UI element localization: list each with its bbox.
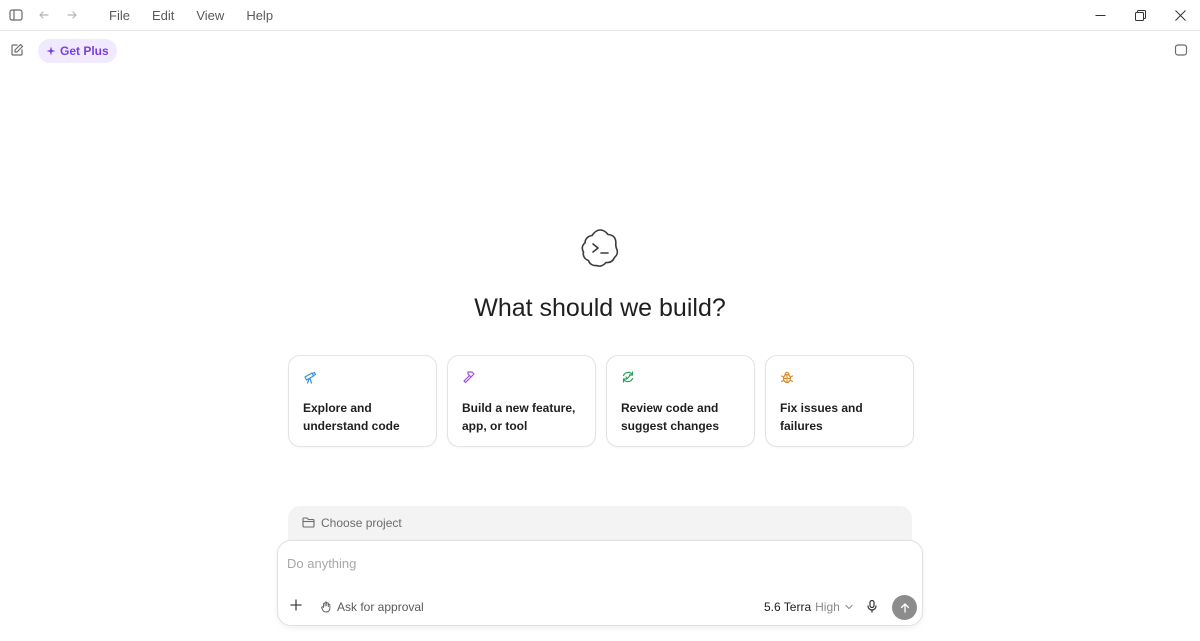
get-plus-label: Get Plus <box>60 44 109 58</box>
choose-project-label: Choose project <box>321 516 402 530</box>
card-label: Fix issues and failures <box>780 401 863 433</box>
card-fix-issues[interactable]: Fix issues and failures <box>765 355 914 447</box>
approval-label: Ask for approval <box>337 600 424 614</box>
menu-view[interactable]: View <box>185 0 235 31</box>
app-logo-icon <box>578 227 622 271</box>
composer: Ask for approval 5.6 Terra High <box>277 540 923 626</box>
get-plus-button[interactable]: Get Plus <box>38 39 117 63</box>
window-controls <box>1080 0 1200 31</box>
plus-icon <box>290 599 302 611</box>
send-button[interactable] <box>892 595 917 620</box>
menu-help[interactable]: Help <box>235 0 284 31</box>
card-label: Build a new feature, app, or tool <box>462 401 576 433</box>
sparkle-icon <box>46 46 56 56</box>
hand-icon <box>320 601 332 613</box>
model-name: 5.6 Terra <box>764 600 812 614</box>
panel-toggle-icon[interactable] <box>1174 43 1188 57</box>
microphone-icon[interactable] <box>865 599 879 613</box>
approval-mode-button[interactable]: Ask for approval <box>320 600 424 614</box>
hero-title: What should we build? <box>474 294 726 322</box>
close-icon[interactable] <box>1160 0 1200 31</box>
folder-icon <box>302 516 315 529</box>
new-chat-icon[interactable] <box>10 43 24 57</box>
menu-file[interactable]: File <box>98 0 141 31</box>
chevron-down-icon <box>844 602 854 612</box>
suggestion-cards: Explore and understand code Build a new … <box>288 355 914 447</box>
card-label: Explore and understand code <box>303 401 400 433</box>
sidebar-toggle-icon[interactable] <box>2 0 30 31</box>
arrow-up-icon <box>899 602 911 614</box>
prompt-input[interactable] <box>287 553 887 573</box>
minimize-icon[interactable] <box>1080 0 1120 31</box>
menu-edit[interactable]: Edit <box>141 0 185 31</box>
restore-icon[interactable] <box>1120 0 1160 31</box>
back-arrow-icon[interactable] <box>30 0 58 31</box>
add-attachment-button[interactable] <box>290 599 302 611</box>
card-label: Review code and suggest changes <box>621 401 720 433</box>
telescope-icon <box>303 370 317 384</box>
title-bar: File Edit View Help <box>0 0 1200 31</box>
top-bar: Get Plus <box>0 37 1200 65</box>
card-build-feature[interactable]: Build a new feature, app, or tool <box>447 355 596 447</box>
model-selector[interactable]: 5.6 Terra High <box>764 600 854 614</box>
menu-bar: File Edit View Help <box>98 0 284 31</box>
review-icon <box>621 370 635 384</box>
card-review-code[interactable]: Review code and suggest changes <box>606 355 755 447</box>
card-explore-code[interactable]: Explore and understand code <box>288 355 437 447</box>
model-effort: High <box>815 600 840 614</box>
hammer-icon <box>462 370 476 384</box>
forward-arrow-icon[interactable] <box>58 0 86 31</box>
bug-icon <box>780 370 794 384</box>
